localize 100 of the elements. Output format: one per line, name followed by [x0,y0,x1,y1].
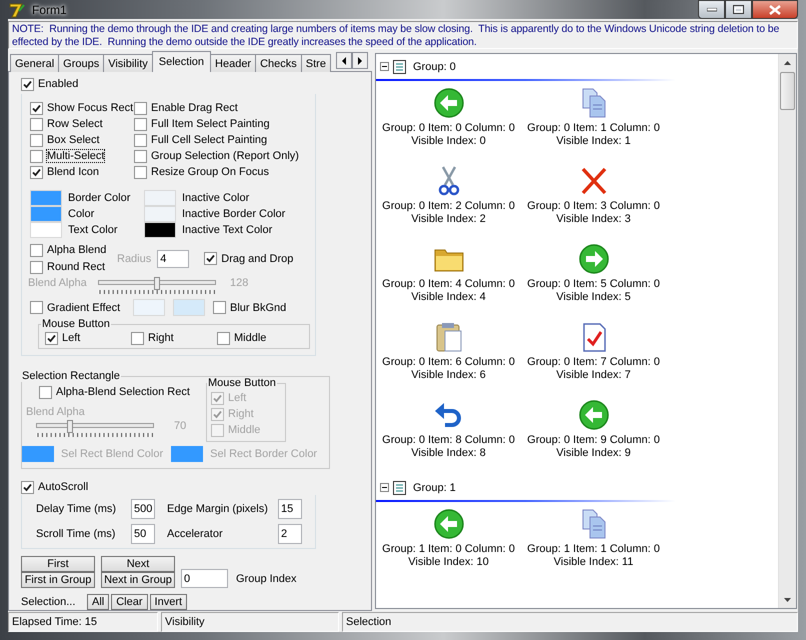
maximize-button[interactable] [725,0,752,19]
slider-value: 128 [230,277,248,289]
text-field[interactable]: 50 [131,524,155,544]
close-button[interactable] [752,0,798,19]
slider-label: Blend Alpha [26,406,85,418]
text-field[interactable]: 500 [131,499,155,519]
app-icon [8,0,26,18]
scroll-left-button[interactable] [336,52,352,69]
checkbox[interactable] [45,332,58,344]
selection-label: Selection... [21,596,76,608]
scrollbar-thumb[interactable] [780,72,795,110]
color-swatch[interactable] [173,299,205,316]
checkbox[interactable] [30,244,43,256]
checkbox-label: Middle [228,423,260,437]
color-swatch[interactable] [144,206,176,222]
checkbox-label: Blend Icon [47,166,99,178]
item-caption: Visible Index: 10 [408,556,489,569]
color-swatch[interactable] [30,206,62,222]
item-caption: Visible Index: 8 [411,447,486,460]
checkbox[interactable] [204,252,218,265]
checkbox[interactable] [21,78,34,90]
next-in-group-button[interactable]: Next in Group [101,572,175,588]
up-triangle-icon[interactable] [784,60,791,64]
group-title: Mouse Button [207,376,277,390]
color-label: Inactive Color [182,191,250,206]
status-panel: Visibility [161,612,339,632]
action-button[interactable]: Invert [150,594,188,610]
group-index-field[interactable]: 0 [181,569,228,588]
checkbox[interactable] [134,134,147,146]
minimize-button[interactable] [698,0,725,19]
field-label: Edge Margin (pixels) [167,503,269,515]
tab[interactable]: Stre [300,54,331,72]
tab[interactable]: Groups [58,54,104,72]
item-caption: Visible Index: 3 [556,213,631,226]
checkbox-label: Enabled [38,78,78,90]
checkbox[interactable] [134,102,147,114]
item-caption: Group: 1 Item: 0 Column: 0 [382,543,515,556]
checkbox[interactable] [30,260,43,274]
color-label: Inactive Text Color [182,223,274,238]
checkbox-label: Middle [234,332,266,344]
checkbox[interactable] [134,118,147,130]
window-title: Form1 [32,2,67,16]
group-title: Group: 0 [413,60,456,72]
first-in-group-button[interactable]: First in Group [21,572,95,588]
color-label: Color [68,207,96,222]
slider[interactable] [36,420,154,438]
checkbox-label: Drag and Drop [221,252,294,264]
tab[interactable]: Visibility [103,54,153,72]
tab[interactable]: General [10,54,60,72]
field-label: Accelerator [167,528,224,540]
item-caption: Visible Index: 6 [411,369,486,382]
status-panel: Elapsed Time: 15 [8,612,158,632]
checkbox[interactable] [30,134,43,146]
checkbox[interactable] [30,102,43,114]
color-swatch[interactable] [30,222,62,238]
scrollbar[interactable] [778,54,796,608]
checkbox[interactable] [30,301,43,314]
checkbox[interactable] [213,301,226,314]
action-button[interactable]: All [87,594,110,610]
action-button[interactable]: Clear [111,594,148,610]
collapse-icon[interactable] [380,62,389,71]
right-triangle-icon [358,56,362,64]
tab[interactable]: Header [210,54,256,72]
checkbox-label: Gradient Effect [47,302,120,314]
tab[interactable]: Checks [255,54,302,72]
color-swatch[interactable] [144,190,176,206]
checkbox[interactable] [30,166,43,178]
list-icon [392,480,408,496]
checkbox-label: Left [62,332,80,344]
color-swatch[interactable] [30,190,62,206]
checkbox[interactable] [134,150,147,162]
note-text: NOTE: Running the demo through the IDE and creating large numbers of items may be slow closing. This is apparently do to the Windows Unicode string deletion to be effected by the IDE. Running the demo outside the IDE greatly increases the speed of the application. [8,21,798,49]
slider[interactable] [98,277,216,295]
checkbox[interactable] [217,332,230,344]
checkbox[interactable] [30,118,43,130]
checkbox[interactable] [131,332,144,344]
checkbox[interactable] [134,166,147,178]
next-button[interactable]: Next [101,556,175,572]
checkbox[interactable] [21,480,34,494]
checkbox-label: Right [148,332,174,344]
left-triangle-icon [342,56,346,64]
scroll-right-button[interactable] [352,52,368,69]
text-field[interactable]: 15 [278,499,302,519]
color-swatch[interactable] [133,299,165,316]
tab[interactable]: Selection [152,51,212,72]
checkbox-label: Show Focus Rect [47,102,134,114]
down-triangle-icon[interactable] [784,598,791,602]
checkbox[interactable] [30,150,43,162]
maximize-icon [733,5,744,14]
item-caption: Group: 0 Item: 6 Column: 0 [382,356,515,369]
checkbox-label: Alpha-Blend Selection Rect [56,386,190,398]
collapse-icon[interactable] [380,483,389,492]
item-caption: Group: 0 Item: 8 Column: 0 [382,434,515,447]
checkbox-label: Full Cell Select Painting [151,134,268,146]
first-button[interactable]: First [21,556,95,572]
checkbox[interactable] [39,386,52,398]
group-title: Group: 1 [413,482,456,494]
checkbox-label: Row Select [47,118,103,130]
color-swatch[interactable] [144,222,176,238]
text-field[interactable]: 2 [278,524,302,544]
